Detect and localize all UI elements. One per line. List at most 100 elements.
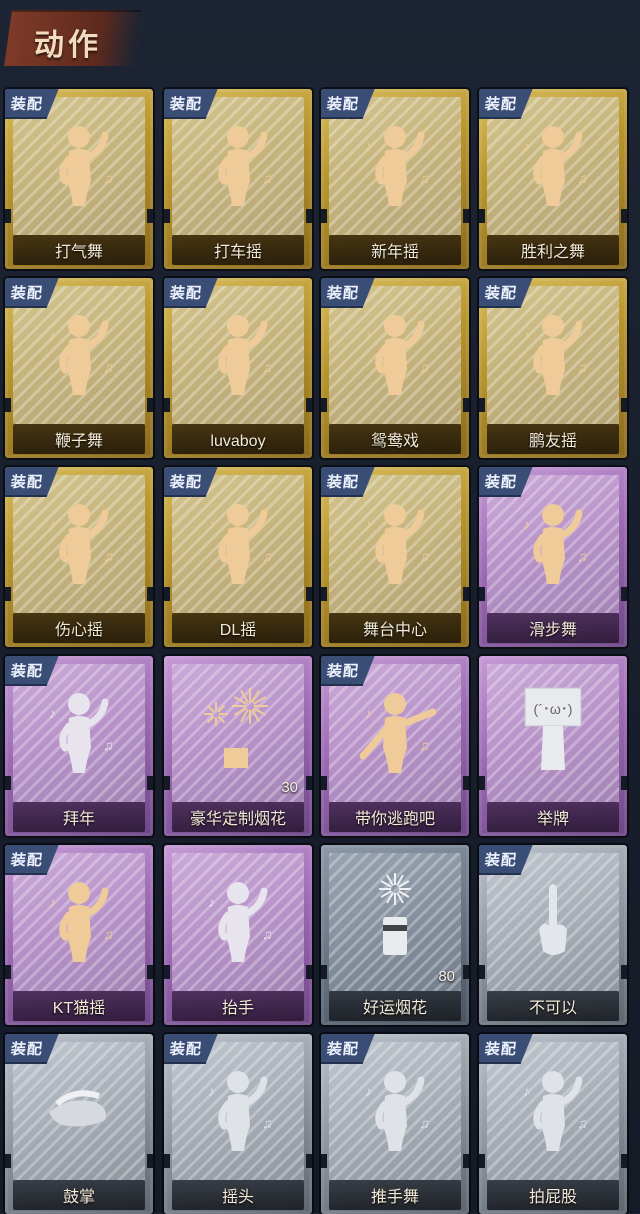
card-notch bbox=[147, 965, 153, 979]
dance-figure-icon: ♪ ♫ bbox=[188, 111, 288, 211]
emote-card[interactable]: ♪ ♫ 打气舞 装配 bbox=[5, 89, 153, 269]
emote-card[interactable]: ♪ ♫ 拜年 装配 bbox=[5, 656, 153, 836]
finger-wag-icon bbox=[503, 867, 603, 967]
dance-figure-icon: ♪ ♫ bbox=[345, 300, 445, 400]
emote-card[interactable]: ♪ ♫ 胜利之舞 装配 bbox=[479, 89, 627, 269]
emote-name: 舞台中心 bbox=[362, 622, 427, 639]
point-figure-icon: ♪ ♫ bbox=[345, 678, 445, 778]
card-notch bbox=[306, 1154, 312, 1168]
emote-card[interactable]: ♪ ♫ 鹏友摇 装配 bbox=[479, 278, 627, 458]
emote-card[interactable]: ♪ ♫ 鸳鸯戏 装配 bbox=[321, 278, 469, 458]
card-notch bbox=[463, 587, 469, 601]
clap-hands-icon bbox=[29, 1056, 129, 1156]
svg-text:♪: ♪ bbox=[208, 138, 215, 154]
svg-text:♪: ♪ bbox=[208, 516, 215, 532]
emote-card[interactable]: ♪ ♫ 鞭子舞 装配 bbox=[5, 278, 153, 458]
svg-text:♪: ♪ bbox=[523, 516, 530, 532]
dance-figure-icon: ♪ ♫ bbox=[188, 489, 288, 589]
emote-name: 抬手 bbox=[221, 1000, 254, 1017]
card-notch bbox=[479, 1154, 485, 1168]
card-notch bbox=[321, 1154, 327, 1168]
dance-figure-icon: ♪ ♫ bbox=[503, 111, 603, 211]
svg-text:♫: ♫ bbox=[262, 926, 273, 942]
dance-figure-icon: ♪ ♫ bbox=[29, 867, 129, 967]
dance-figure-icon: ♪ ♫ bbox=[503, 300, 603, 400]
card-notch bbox=[621, 398, 627, 412]
heart-hands-figure-icon: ♪ ♫ bbox=[29, 489, 129, 589]
dance-figure-icon: ♪ ♫ bbox=[503, 489, 603, 589]
emote-card[interactable]: ♪ ♫ luvaboy 装配 bbox=[164, 278, 312, 458]
card-notch bbox=[147, 587, 153, 601]
equipped-badge-label: 装配 bbox=[169, 1041, 203, 1058]
emote-card[interactable]: 80 好运烟花 bbox=[321, 845, 469, 1025]
dance-figure-icon: ♪ ♫ bbox=[29, 111, 129, 211]
item-count: 80 bbox=[438, 968, 455, 985]
emote-name: 鞭子舞 bbox=[54, 433, 103, 450]
card-notch bbox=[164, 776, 170, 790]
card-notch bbox=[147, 1154, 153, 1168]
page-title: 动作 bbox=[34, 29, 102, 62]
fireworks-box-icon bbox=[188, 678, 288, 778]
card-notch bbox=[479, 209, 485, 223]
emote-card[interactable]: ♪ ♫ DL摇 装配 bbox=[164, 467, 312, 647]
firework-can-icon bbox=[345, 867, 445, 967]
equipped-badge-label: 装配 bbox=[484, 285, 518, 302]
card-notch bbox=[147, 398, 153, 412]
svg-text:(´･ω･): (´･ω･) bbox=[534, 701, 573, 717]
card-notch bbox=[5, 776, 11, 790]
equipped-badge-label: 装配 bbox=[10, 663, 44, 680]
emote-card[interactable]: 鼓掌 装配 bbox=[5, 1034, 153, 1214]
card-notch bbox=[306, 965, 312, 979]
equipped-badge-label: 装配 bbox=[169, 474, 203, 491]
card-notch bbox=[147, 209, 153, 223]
equipped-badge-label: 装配 bbox=[169, 96, 203, 113]
card-notch bbox=[164, 587, 170, 601]
raise-hand-figure-icon: ♪ ♫ bbox=[188, 867, 288, 967]
svg-text:♪: ♪ bbox=[49, 516, 56, 532]
svg-text:♪: ♪ bbox=[523, 138, 530, 154]
card-notch bbox=[164, 1154, 170, 1168]
svg-text:♪: ♪ bbox=[49, 705, 56, 721]
dance-figure-icon: ♪ ♫ bbox=[345, 111, 445, 211]
emote-card[interactable]: ♪ ♫ 带你逃跑吧 装配 bbox=[321, 656, 469, 836]
emote-name: 鼓掌 bbox=[62, 1189, 95, 1206]
svg-text:♫: ♫ bbox=[419, 359, 430, 375]
emote-card[interactable]: (´･ω･) 举牌 bbox=[479, 656, 627, 836]
emote-name: 举牌 bbox=[536, 811, 569, 828]
emote-card[interactable]: 不可以 装配 bbox=[479, 845, 627, 1025]
equipped-badge-label: 装配 bbox=[484, 96, 518, 113]
emote-card[interactable]: ♪ ♫ 推手舞 装配 bbox=[321, 1034, 469, 1214]
emote-card[interactable]: ♪ ♫ 滑步舞 装配 bbox=[479, 467, 627, 647]
card-notch bbox=[321, 398, 327, 412]
emote-card[interactable]: 30 豪华定制烟花 bbox=[164, 656, 312, 836]
card-notch bbox=[306, 587, 312, 601]
emote-card[interactable]: ♪ ♫ 伤心摇 装配 bbox=[5, 467, 153, 647]
emote-card[interactable]: ♪ ♫ KT猫摇 装配 bbox=[5, 845, 153, 1025]
emote-card[interactable]: ♪ ♫ 舞台中心 装配 bbox=[321, 467, 469, 647]
emote-card[interactable]: ♪ ♫ 摇头 装配 bbox=[164, 1034, 312, 1214]
equipped-badge-label: 装配 bbox=[326, 474, 360, 491]
svg-text:♪: ♪ bbox=[365, 327, 372, 343]
svg-text:♫: ♫ bbox=[103, 926, 114, 942]
dance-figure-icon: ♪ ♫ bbox=[188, 300, 288, 400]
emote-card[interactable]: ♪ ♫ 拍屁股 装配 bbox=[479, 1034, 627, 1214]
equipped-badge-label: 装配 bbox=[10, 96, 44, 113]
emote-name: luvaboy bbox=[210, 433, 266, 450]
emote-card[interactable]: ♪ ♫ 抬手 bbox=[164, 845, 312, 1025]
card-notch bbox=[164, 209, 170, 223]
equipped-badge-label: 装配 bbox=[10, 852, 44, 869]
equipped-badge-label: 装配 bbox=[484, 1041, 518, 1058]
emote-name: KT猫摇 bbox=[52, 1000, 106, 1017]
emote-card[interactable]: ♪ ♫ 新年摇 装配 bbox=[321, 89, 469, 269]
card-notch bbox=[621, 965, 627, 979]
emote-name: 拍屁股 bbox=[528, 1189, 577, 1206]
card-notch bbox=[306, 776, 312, 790]
svg-text:♫: ♫ bbox=[103, 737, 114, 753]
card-notch bbox=[479, 965, 485, 979]
equipped-badge-label: 装配 bbox=[484, 852, 518, 869]
emote-card[interactable]: ♪ ♫ 打车摇 装配 bbox=[164, 89, 312, 269]
bow-figure-icon: ♪ ♫ bbox=[29, 678, 129, 778]
svg-text:♫: ♫ bbox=[577, 1115, 588, 1131]
emote-name: 拜年 bbox=[62, 811, 95, 828]
emote-name: DL摇 bbox=[219, 622, 257, 639]
